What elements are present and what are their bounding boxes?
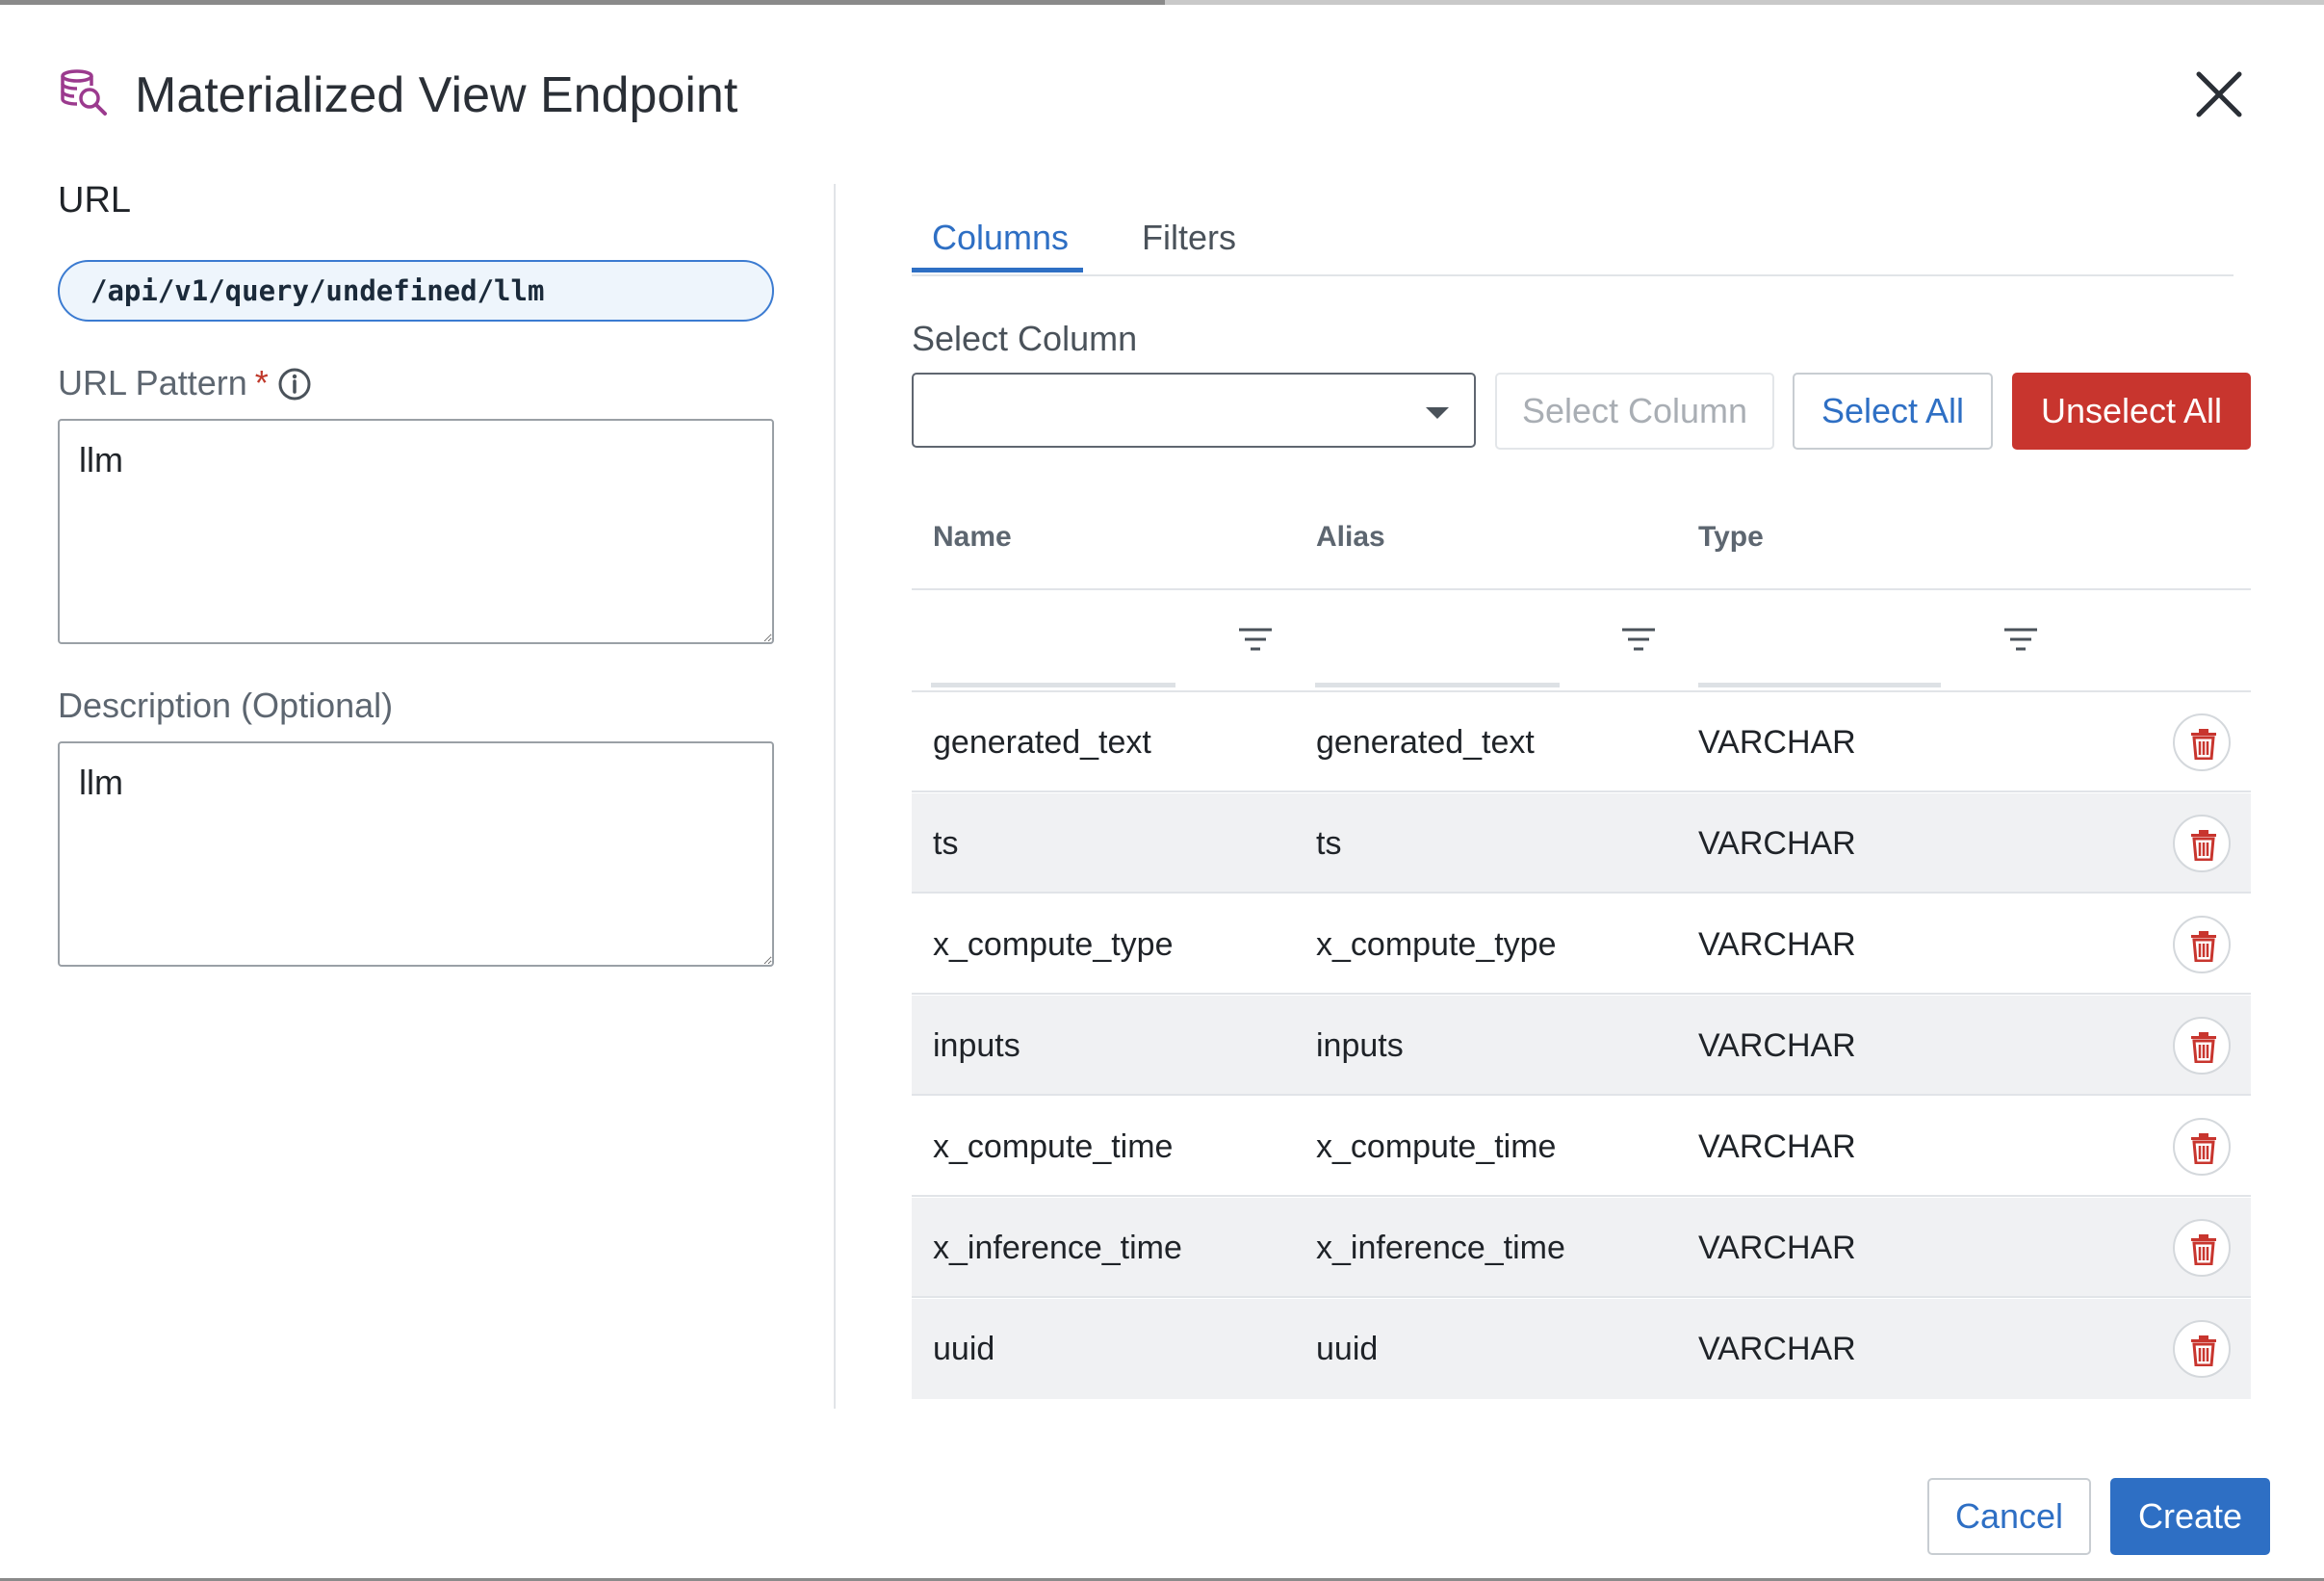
column-select-dropdown[interactable] — [912, 373, 1476, 448]
cell-name: x_compute_time — [933, 1128, 1174, 1165]
delete-row-button[interactable] — [2173, 1320, 2231, 1378]
select-column-button[interactable]: Select Column — [1495, 373, 1774, 450]
delete-row-button[interactable] — [2173, 1219, 2231, 1277]
database-search-icon — [61, 69, 107, 116]
trash-icon — [2191, 1032, 2216, 1063]
active-tab-indicator — [912, 268, 1083, 272]
table-row: generated_text generated_text VARCHAR — [912, 692, 2251, 792]
required-mark: * — [254, 363, 269, 402]
select-all-button[interactable]: Select All — [1793, 373, 1993, 450]
cancel-button[interactable]: Cancel — [1927, 1478, 2091, 1555]
select-column-label: Select Column — [912, 319, 1138, 358]
info-icon[interactable] — [277, 367, 312, 402]
delete-row-button[interactable] — [2173, 815, 2231, 872]
cell-alias[interactable]: generated_text — [1316, 692, 1535, 792]
cell-type: VARCHAR — [1698, 1230, 1856, 1266]
table-row: x_compute_time x_compute_time VARCHAR — [912, 1097, 2251, 1197]
cell-alias[interactable]: x_compute_type — [1316, 894, 1557, 995]
table-row: x_inference_time x_inference_time VARCHA… — [912, 1198, 2251, 1298]
type-filter-input[interactable] — [1698, 683, 1941, 687]
name-filter-input[interactable] — [931, 683, 1175, 687]
panel-divider — [834, 184, 836, 1409]
materialized-view-dialog: Materialized View Endpoint URL /api/v1/q… — [0, 5, 2324, 1581]
cell-type: VARCHAR — [1698, 1027, 1856, 1064]
column-header-type[interactable]: Type — [1698, 521, 1764, 554]
trash-icon — [2191, 830, 2216, 861]
header-divider — [912, 588, 2251, 590]
filter-icon[interactable] — [2002, 625, 2039, 654]
tabs-divider — [912, 274, 2234, 276]
table-row: ts ts VARCHAR — [912, 793, 2251, 894]
trash-icon — [2191, 729, 2216, 760]
description-input[interactable] — [58, 741, 774, 967]
cell-alias[interactable]: inputs — [1316, 996, 1404, 1096]
cell-name: generated_text — [933, 724, 1151, 761]
cell-type: VARCHAR — [1698, 926, 1856, 963]
cell-alias[interactable]: x_compute_time — [1316, 1097, 1556, 1197]
table-row: inputs inputs VARCHAR — [912, 996, 2251, 1096]
cell-alias[interactable]: uuid — [1316, 1299, 1378, 1399]
column-header-name[interactable]: Name — [933, 521, 1012, 554]
delete-row-button[interactable] — [2173, 713, 2231, 771]
dialog-title: Materialized View Endpoint — [135, 67, 738, 123]
trash-icon — [2191, 1335, 2216, 1366]
cell-alias[interactable]: ts — [1316, 793, 1341, 894]
column-header-alias[interactable]: Alias — [1316, 521, 1385, 554]
url-pattern-input[interactable] — [58, 419, 774, 644]
cell-type: VARCHAR — [1698, 825, 1856, 862]
trash-icon — [2191, 931, 2216, 962]
tab-columns[interactable]: Columns — [932, 217, 1069, 259]
cell-name: uuid — [933, 1331, 995, 1367]
cell-type: VARCHAR — [1698, 724, 1856, 761]
delete-row-button[interactable] — [2173, 1017, 2231, 1075]
cell-name: ts — [933, 825, 959, 862]
alias-filter-input[interactable] — [1315, 683, 1560, 687]
tab-filters[interactable]: Filters — [1142, 217, 1236, 259]
cell-type: VARCHAR — [1698, 1128, 1856, 1165]
cell-alias[interactable]: x_inference_time — [1316, 1198, 1565, 1298]
delete-row-button[interactable] — [2173, 1118, 2231, 1176]
cell-name: x_inference_time — [933, 1230, 1182, 1266]
cell-type: VARCHAR — [1698, 1331, 1856, 1367]
table-row: x_compute_type x_compute_type VARCHAR — [912, 894, 2251, 995]
delete-row-button[interactable] — [2173, 916, 2231, 973]
filter-icon[interactable] — [1620, 625, 1657, 654]
url-label: URL — [58, 180, 132, 220]
caret-down-icon — [1426, 407, 1449, 419]
url-value-chip: /api/v1/query/undefined/llm — [58, 260, 774, 322]
unselect-all-button[interactable]: Unselect All — [2012, 373, 2251, 450]
description-label: Description (Optional) — [58, 686, 394, 725]
cell-name: inputs — [933, 1027, 1020, 1064]
url-pattern-label: URL Pattern * — [58, 363, 269, 403]
url-pattern-label-text: URL Pattern — [58, 363, 247, 402]
trash-icon — [2191, 1234, 2216, 1265]
trash-icon — [2191, 1133, 2216, 1164]
filter-icon[interactable] — [1237, 625, 1274, 654]
table-row: uuid uuid VARCHAR — [912, 1299, 2251, 1399]
cell-name: x_compute_type — [933, 926, 1174, 963]
create-button[interactable]: Create — [2110, 1478, 2270, 1555]
close-icon[interactable] — [2187, 63, 2251, 126]
